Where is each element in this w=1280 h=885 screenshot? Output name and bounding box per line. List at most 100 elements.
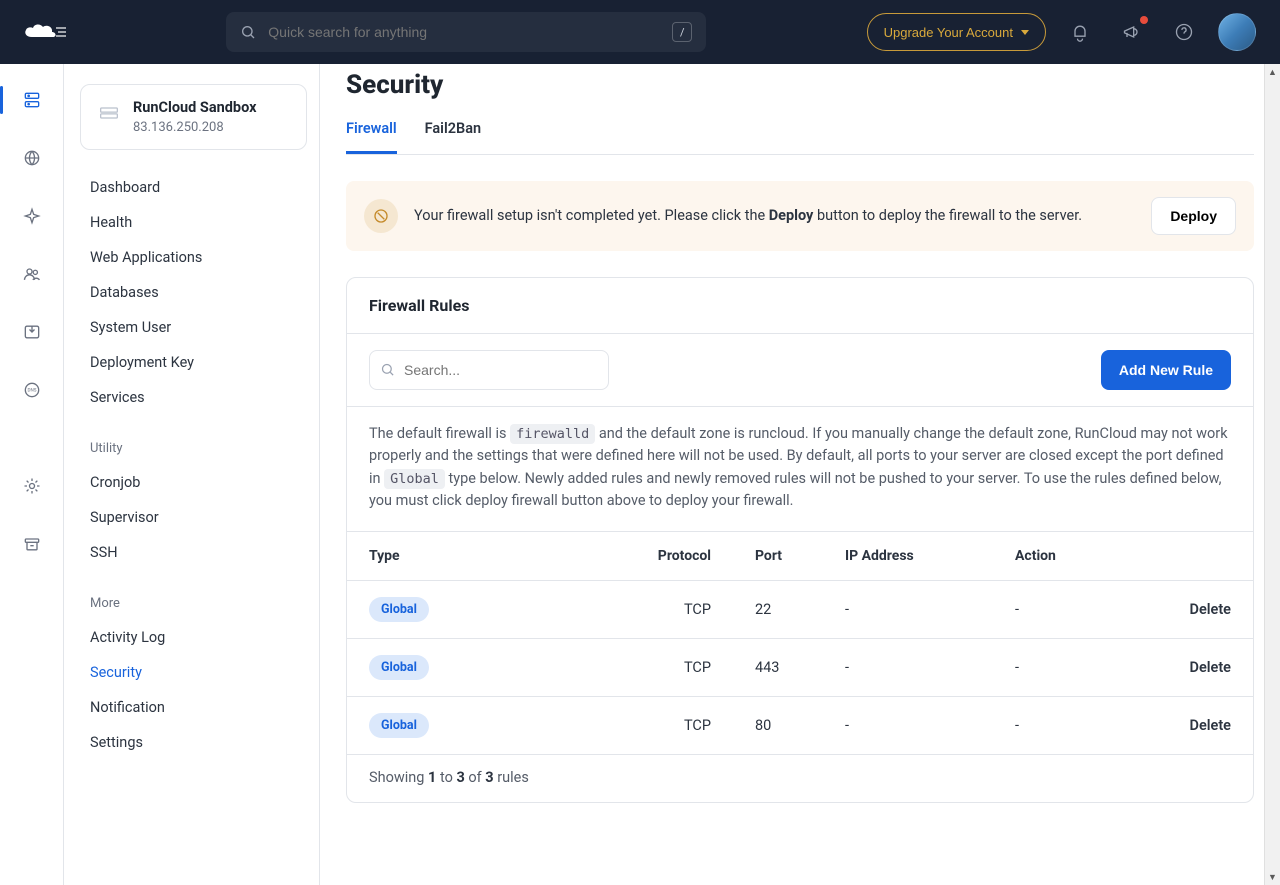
cell-ip: - (823, 696, 993, 754)
main-content: Security Firewall Fail2Ban Your firewall … (320, 64, 1280, 885)
server-name: RunCloud Sandbox (133, 99, 256, 118)
notifications-button[interactable] (1062, 14, 1098, 50)
cell-action: - (993, 696, 1153, 754)
warning-icon (364, 199, 398, 233)
delete-rule-link[interactable]: Delete (1153, 580, 1253, 638)
cell-protocol: TCP (636, 638, 733, 696)
table-header-row: Type Protocol Port IP Address Action (347, 532, 1253, 581)
firewalld-code: firewalld (510, 424, 595, 444)
panel-title: Firewall Rules (347, 278, 1253, 334)
col-type: Type (347, 532, 636, 581)
delete-rule-link[interactable]: Delete (1153, 638, 1253, 696)
rail-inbox[interactable] (14, 314, 50, 350)
cell-port: 22 (733, 580, 823, 638)
sidenav-item-settings[interactable]: Settings (80, 725, 307, 760)
sidenav-item-databases[interactable]: Databases (80, 275, 307, 310)
sidenav-item-notification[interactable]: Notification (80, 690, 307, 725)
page-title: Security (346, 70, 1254, 100)
tab-firewall[interactable]: Firewall (346, 110, 397, 154)
rules-search[interactable] (369, 350, 609, 390)
cell-protocol: TCP (636, 580, 733, 638)
rail-servers[interactable] (14, 82, 50, 118)
scroll-up-icon[interactable]: ▲ (1265, 64, 1280, 80)
side-nav: RunCloud Sandbox 83.136.250.208 Dashboar… (64, 64, 320, 885)
table-row: GlobalTCP443--Delete (347, 638, 1253, 696)
cell-ip: - (823, 638, 993, 696)
archive-icon (22, 534, 42, 554)
firewall-rules-panel: Firewall Rules Add New Rule The default … (346, 277, 1254, 803)
sparkle-icon (22, 206, 42, 226)
help-icon (1174, 22, 1194, 42)
rail-settings[interactable] (14, 468, 50, 504)
sidenav-item-ssh[interactable]: SSH (80, 535, 307, 570)
global-search-input[interactable] (266, 23, 662, 41)
rail-team[interactable] (14, 256, 50, 292)
sidenav-item-services[interactable]: Services (80, 380, 307, 415)
sidenav-item-web-applications[interactable]: Web Applications (80, 240, 307, 275)
tabs: Firewall Fail2Ban (346, 110, 1254, 155)
sidenav-item-health[interactable]: Health (80, 205, 307, 240)
rail-star[interactable] (14, 198, 50, 234)
sidenav-item-supervisor[interactable]: Supervisor (80, 500, 307, 535)
global-code: Global (384, 469, 445, 489)
inbox-icon (22, 322, 42, 342)
cell-protocol: TCP (636, 696, 733, 754)
sidenav-item-system-user[interactable]: System User (80, 310, 307, 345)
server-chip-icon (97, 101, 121, 125)
rules-search-input[interactable] (369, 350, 609, 390)
rail-dns[interactable]: DNS (14, 372, 50, 408)
type-badge: Global (369, 597, 429, 622)
col-protocol: Protocol (636, 532, 733, 581)
sidenav-item-security[interactable]: Security (80, 655, 307, 690)
logo[interactable] (20, 21, 66, 43)
help-button[interactable] (1166, 14, 1202, 50)
search-icon (240, 24, 256, 40)
tab-fail2ban[interactable]: Fail2Ban (425, 110, 481, 154)
panel-toolbar: Add New Rule (347, 334, 1253, 407)
table-row: GlobalTCP80--Delete (347, 696, 1253, 754)
col-port: Port (733, 532, 823, 581)
sidenav-item-deployment-key[interactable]: Deployment Key (80, 345, 307, 380)
server-card[interactable]: RunCloud Sandbox 83.136.250.208 (80, 84, 307, 150)
dns-icon: DNS (22, 380, 42, 400)
announcements-button[interactable] (1114, 14, 1150, 50)
type-badge: Global (369, 655, 429, 680)
team-icon (22, 264, 42, 284)
sidenav-section-label: More (80, 584, 307, 620)
notification-badge-icon (1140, 16, 1148, 24)
rail-archive[interactable] (14, 526, 50, 562)
scrollbar[interactable]: ▲ ▼ (1264, 64, 1280, 885)
panel-info-text: The default firewall is firewalld and th… (347, 407, 1253, 532)
scroll-down-icon[interactable]: ▼ (1265, 869, 1280, 885)
cell-port: 80 (733, 696, 823, 754)
search-icon (380, 362, 395, 377)
type-badge: Global (369, 713, 429, 738)
col-ip: IP Address (823, 532, 993, 581)
sidenav-item-dashboard[interactable]: Dashboard (80, 170, 307, 205)
sidenav-section-label: Utility (80, 429, 307, 465)
cell-action: - (993, 638, 1153, 696)
globe-icon (22, 148, 42, 168)
table-row: GlobalTCP22--Delete (347, 580, 1253, 638)
cell-port: 443 (733, 638, 823, 696)
svg-text:DNS: DNS (27, 388, 36, 394)
alert-text: Your firewall setup isn't completed yet.… (414, 205, 1135, 227)
sidenav-item-activity-log[interactable]: Activity Log (80, 620, 307, 655)
pagination-summary: Showing 1 to 3 of 3 rules (347, 754, 1253, 802)
app-layout: DNS RunCloud Sandbox 83.136.250.208 Dash… (0, 64, 1280, 885)
delete-rule-link[interactable]: Delete (1153, 696, 1253, 754)
avatar[interactable] (1218, 13, 1256, 51)
scroll-track[interactable] (1265, 80, 1280, 869)
server-ip: 83.136.250.208 (133, 120, 256, 135)
upgrade-label: Upgrade Your Account (884, 25, 1013, 40)
icon-rail: DNS (0, 64, 64, 885)
sidenav-item-cronjob[interactable]: Cronjob (80, 465, 307, 500)
deploy-button[interactable]: Deploy (1151, 197, 1236, 235)
deploy-alert: Your firewall setup isn't completed yet.… (346, 181, 1254, 251)
global-search[interactable]: / (226, 12, 706, 52)
add-new-rule-button[interactable]: Add New Rule (1101, 350, 1231, 390)
side-nav-list: DashboardHealthWeb ApplicationsDatabases… (80, 170, 307, 760)
upgrade-account-button[interactable]: Upgrade Your Account (867, 13, 1046, 51)
slash-hotkey-icon: / (672, 22, 692, 42)
rail-globe[interactable] (14, 140, 50, 176)
